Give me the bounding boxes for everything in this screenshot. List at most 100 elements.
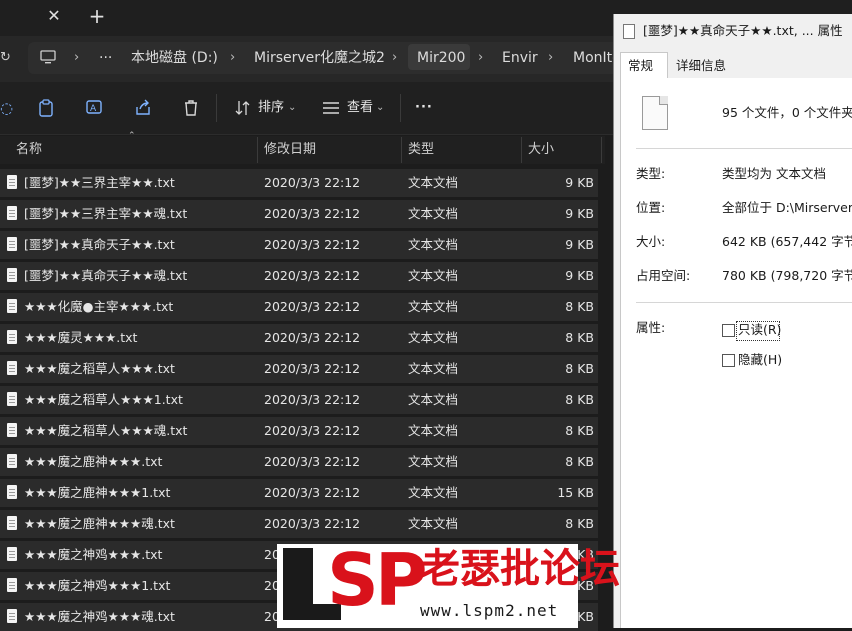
column-divider[interactable] xyxy=(601,137,602,163)
file-size: 8 KB xyxy=(565,392,594,407)
file-row[interactable]: ★★★魔之稻草人★★★1.txt 2020/3/3 22:12 文本文档 8 KB xyxy=(0,386,598,414)
text-file-icon xyxy=(7,330,17,344)
column-divider[interactable] xyxy=(401,137,402,163)
watermark-site-name: 老瑟批论坛 xyxy=(420,546,620,592)
file-date: 2020/3/3 22:12 xyxy=(264,299,361,314)
file-type: 文本文档 xyxy=(408,175,459,190)
breadcrumb-more[interactable]: ··· xyxy=(99,48,112,68)
file-type: 文本文档 xyxy=(408,330,459,345)
hidden-checkbox[interactable] xyxy=(722,354,735,367)
file-size: 15 KB xyxy=(557,485,594,500)
file-date: 2020/3/3 22:12 xyxy=(264,175,361,190)
chevron-down-icon[interactable]: ⌄ xyxy=(376,99,384,117)
file-size: 8 KB xyxy=(565,516,594,531)
file-name: ★★★魔之鹿神★★★.txt xyxy=(24,454,163,469)
text-file-icon xyxy=(7,454,17,468)
view-button[interactable]: 查看 xyxy=(347,99,373,117)
file-name: ★★★魔之神鸡★★★1.txt xyxy=(24,578,171,593)
file-row[interactable]: ★★★魔之鹿神★★★.txt 2020/3/3 22:12 文本文档 8 KB xyxy=(0,448,598,476)
file-type: 文本文档 xyxy=(408,206,459,221)
file-row[interactable]: ★★★化魔●主宰★★★.txt 2020/3/3 22:12 文本文档 8 KB xyxy=(0,293,598,321)
sort-ascending-icon: ⌃ xyxy=(128,131,136,141)
type-label: 类型: xyxy=(636,166,666,181)
view-icon[interactable] xyxy=(322,100,340,116)
text-file-icon xyxy=(7,268,17,282)
tab-general-label[interactable]: 常规 xyxy=(628,57,653,75)
file-row[interactable]: [噩梦]★★真命天子★★魂.txt 2020/3/3 22:12 文本文档 9 KB xyxy=(0,262,598,290)
file-name: ★★★魔之神鸡★★★魂.txt xyxy=(24,609,175,624)
file-type: 文本文档 xyxy=(408,268,459,283)
file-size: 8 KB xyxy=(565,330,594,345)
breadcrumb-mirserver[interactable]: Mirserver化魔之城2 xyxy=(254,48,385,68)
file-row[interactable]: ★★★魔之鹿神★★★1.txt 2020/3/3 22:12 文本文档 15 KB xyxy=(0,479,598,507)
type-value: 类型均为 文本文档 xyxy=(722,166,826,181)
file-name: ★★★魔之稻草人★★★1.txt xyxy=(24,392,183,407)
readonly-label[interactable]: 只读(R) xyxy=(738,321,781,339)
column-divider[interactable] xyxy=(521,137,522,163)
multiple-files-icon xyxy=(642,96,668,130)
breadcrumb-monitems[interactable]: MonIte xyxy=(573,48,613,68)
file-row[interactable]: [噩梦]★★三界主宰★★.txt 2020/3/3 22:12 文本文档 9 KB xyxy=(0,169,598,197)
paste-icon[interactable] xyxy=(38,99,54,117)
delete-icon[interactable] xyxy=(182,99,200,117)
file-name: [噩梦]★★三界主宰★★.txt xyxy=(24,175,175,190)
share-icon[interactable] xyxy=(134,99,152,117)
file-date: 2020/3/3 22:12 xyxy=(264,268,361,283)
general-panel xyxy=(620,78,852,628)
file-row[interactable]: ★★★魔之鹿神★★★魂.txt 2020/3/3 22:12 文本文档 8 KB xyxy=(0,510,598,538)
breadcrumb-envir[interactable]: Envir xyxy=(502,48,538,68)
new-tab-button[interactable]: + xyxy=(86,5,108,27)
file-size: 8 KB xyxy=(565,299,594,314)
file-date: 2020/3/3 22:12 xyxy=(264,206,361,221)
svg-text:A: A xyxy=(90,104,97,114)
file-row[interactable]: [噩梦]★★真命天子★★.txt 2020/3/3 22:12 文本文档 9 KB xyxy=(0,231,598,259)
file-date: 2020/3/3 22:12 xyxy=(264,423,361,438)
more-options-button[interactable]: ··· xyxy=(415,99,433,117)
cut-icon[interactable]: ◌ xyxy=(0,98,13,118)
file-size: 8 KB xyxy=(565,423,594,438)
file-row[interactable]: ★★★魔灵★★★.txt 2020/3/3 22:12 文本文档 8 KB xyxy=(0,324,598,352)
computer-icon[interactable] xyxy=(40,49,56,65)
file-row[interactable]: [噩梦]★★三界主宰★★魂.txt 2020/3/3 22:12 文本文档 9 KB xyxy=(0,200,598,228)
text-file-icon xyxy=(7,392,17,406)
column-name-header[interactable]: 名称 xyxy=(16,142,42,158)
file-name: ★★★魔之鹿神★★★1.txt xyxy=(24,485,171,500)
divider xyxy=(636,148,852,149)
column-divider[interactable] xyxy=(257,137,258,163)
rename-icon[interactable]: A xyxy=(86,99,104,117)
file-row[interactable]: ★★★魔之稻草人★★★.txt 2020/3/3 22:12 文本文档 8 KB xyxy=(0,355,598,383)
size-value: 642 KB (657,442 字节) xyxy=(722,234,852,249)
hidden-label[interactable]: 隐藏(H) xyxy=(738,351,782,369)
attributes-label: 属性: xyxy=(636,320,666,335)
column-type-header[interactable]: 类型 xyxy=(408,142,434,158)
file-name: ★★★魔之稻草人★★★.txt xyxy=(24,361,175,376)
divider xyxy=(636,302,852,303)
column-date-header[interactable]: 修改日期 xyxy=(264,142,316,158)
column-size-header[interactable]: 大小 xyxy=(528,142,554,158)
breadcrumb-drive-d[interactable]: 本地磁盘 (D:) xyxy=(131,48,218,68)
toolbar-divider xyxy=(216,94,217,122)
file-date: 2020/3/3 22:12 xyxy=(264,361,361,376)
text-file-icon xyxy=(7,299,17,313)
file-row[interactable]: ★★★魔之稻草人★★★魂.txt 2020/3/3 22:12 文本文档 8 KB xyxy=(0,417,598,445)
file-size: 9 KB xyxy=(565,175,594,190)
file-name: [噩梦]★★三界主宰★★魂.txt xyxy=(24,206,188,221)
file-date: 2020/3/3 22:12 xyxy=(264,237,361,252)
tab-details[interactable]: 详细信息 xyxy=(676,57,726,75)
dialog-title: [噩梦]★★真命天子★★.txt, ... 属性 xyxy=(643,23,843,38)
readonly-checkbox[interactable] xyxy=(722,324,735,337)
refresh-icon[interactable]: ↻ xyxy=(0,48,11,68)
close-tab-icon[interactable]: ✕ xyxy=(44,6,64,26)
chevron-down-icon[interactable]: ⌄ xyxy=(288,99,296,117)
sort-button[interactable]: 排序 xyxy=(258,99,284,117)
file-type: 文本文档 xyxy=(408,392,459,407)
text-file-icon xyxy=(7,485,17,499)
sort-icon[interactable] xyxy=(234,99,252,117)
file-name: ★★★化魔●主宰★★★.txt xyxy=(24,299,174,314)
breadcrumb-mir200[interactable]: Mir200 xyxy=(417,48,465,68)
file-name: ★★★魔之鹿神★★★魂.txt xyxy=(24,516,175,531)
file-size: 8 KB xyxy=(565,454,594,469)
file-date: 2020/3/3 22:12 xyxy=(264,485,361,500)
breadcrumb-separator: › xyxy=(230,50,236,65)
text-file-icon xyxy=(7,175,17,189)
